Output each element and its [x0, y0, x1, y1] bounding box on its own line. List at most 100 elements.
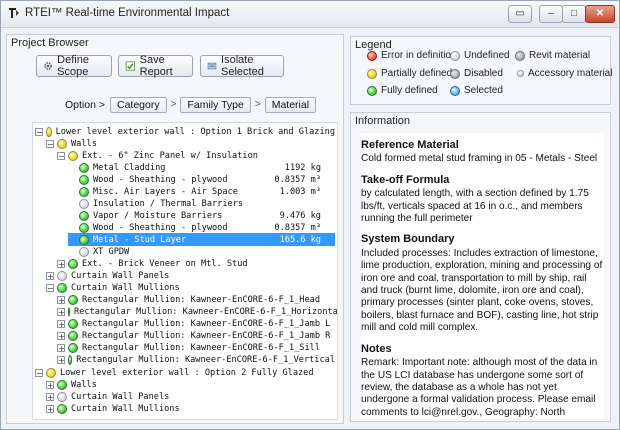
breadcrumb-material[interactable]: Material	[264, 96, 317, 113]
tree-item-label: Curtain Wall Mullions	[71, 403, 180, 414]
tree-item-quantity: 0.8357 m³	[274, 222, 321, 233]
tree-row[interactable]: + Curtain Wall Panels	[46, 270, 335, 283]
tree-row[interactable]: − Lower level exterior wall : Option 1 Br…	[35, 125, 335, 138]
status-green-icon	[57, 403, 67, 414]
tree-item-label: Rectangular Mullion: Kawneer-EnCORE-6-F_…	[74, 307, 338, 318]
tree-row[interactable]: Metal Cladding 1192 kg	[68, 161, 335, 174]
status-yellow-icon	[68, 150, 78, 161]
tree-row[interactable]: + Rectangular Mullion: Kawneer-EnCORE-6-F…	[57, 354, 335, 367]
tree-row[interactable]: Wood - Sheathing - plywood 0.8357 m³	[68, 221, 335, 234]
expand-icon[interactable]: +	[46, 392, 54, 401]
expand-icon[interactable]: +	[57, 332, 65, 341]
expand-icon[interactable]: +	[57, 356, 65, 365]
tree-row[interactable]: + Curtain Wall Panels	[46, 390, 335, 403]
window-title: RTEI™ Real-time Environmental Impact	[25, 7, 230, 19]
isolate-selected-button[interactable]: Isolate Selected	[200, 54, 284, 78]
define-scope-button[interactable]: Define Scope	[36, 54, 112, 78]
restore-icon[interactable]: ▭	[508, 5, 532, 23]
legend-item-partial: Partially defined	[367, 68, 452, 79]
tree-row[interactable]: + Rectangular Mullion: Kawneer-EnCORE-6-F…	[57, 318, 335, 331]
status-fully-defined-icon	[367, 85, 377, 96]
expand-icon[interactable]: +	[57, 296, 65, 305]
section-heading-takeoff-formula: Take-off Formula	[361, 173, 450, 186]
tree-item-label: Rectangular Mullion: Kawneer-EnCORE-6-F_…	[82, 343, 320, 354]
tree-item-quantity: 1.003 m³	[279, 186, 321, 197]
status-green-icon	[68, 307, 70, 318]
collapse-icon[interactable]: −	[46, 139, 54, 148]
status-green-icon	[79, 186, 89, 197]
status-green-icon	[68, 319, 78, 330]
expand-icon[interactable]: +	[57, 308, 65, 317]
expand-icon[interactable]: +	[57, 320, 65, 329]
tree-row[interactable]: + Ext. - Brick Veneer on Mtl. Stud	[57, 258, 335, 271]
status-green-icon	[79, 222, 89, 233]
tree-row[interactable]: Misc. Air Layers - Air Space 1.003 m³	[68, 185, 335, 198]
section-body-takeoff-formula: by calculated length, with a section def…	[361, 188, 589, 225]
tree-item-label: Insulation / Thermal Barriers	[93, 198, 244, 209]
breadcrumb-separator: >	[170, 99, 177, 110]
status-partial-icon	[367, 68, 377, 79]
legend-item-fully-defined: Fully defined	[367, 85, 438, 96]
tree-row[interactable]: + Curtain Wall Mullions	[46, 402, 335, 415]
tree-row[interactable]: XT GPDW	[68, 246, 335, 259]
status-undefined-icon	[450, 50, 460, 61]
tree-row[interactable]: + Rectangular Mullion: Kawneer-EnCORE-6-F…	[57, 294, 335, 307]
collapse-icon[interactable]: −	[35, 127, 43, 136]
information-body: Reference Material Cold formed metal stu…	[361, 133, 604, 418]
status-gray-icon	[57, 271, 67, 282]
tree-row[interactable]: − Lower level exterior wall : Option 2 Fu…	[35, 366, 335, 379]
app-window: RTEI™ Real-time Environmental Impact ▭ –…	[0, 0, 620, 430]
tree-row[interactable]: + Rectangular Mullion: Kawneer-EnCORE-6-F…	[57, 342, 335, 355]
tree-item-label: Misc. Air Layers - Air Space	[93, 186, 238, 197]
collapse-icon[interactable]: −	[35, 368, 43, 377]
tree-item-quantity: 165.6 kg	[279, 234, 321, 245]
tree-item-label: Lower level exterior wall : Option 2 Ful…	[60, 367, 314, 378]
minimize-button[interactable]: –	[539, 5, 563, 23]
settings-gear-icon	[44, 62, 52, 70]
close-button[interactable]: ✕	[585, 5, 615, 23]
collapse-icon[interactable]: −	[57, 151, 65, 160]
define-scope-label: Define Scope	[57, 54, 89, 78]
tree-row[interactable]: − Walls	[46, 137, 335, 150]
legend-item-label: Revit material	[529, 50, 591, 61]
tree-item-label: Wood - Sheathing - plywood	[93, 174, 228, 185]
legend-item-selected: Selected	[450, 85, 503, 96]
tree-row[interactable]: + Rectangular Mullion: Kawneer-EnCORE-6-F…	[57, 330, 335, 343]
section-heading-notes: Notes	[361, 342, 392, 355]
breadcrumb-category[interactable]: Category	[110, 96, 167, 113]
legend-item-accessory: Accessory material	[517, 68, 612, 79]
report-check-icon	[125, 61, 135, 71]
tree-item-label: Wood - Sheathing - plywood	[93, 222, 228, 233]
expand-icon[interactable]: +	[46, 272, 54, 281]
tree-item-label: Rectangular Mullion: Kawneer-EnCORE-6-F_…	[82, 295, 320, 306]
tree-item-label: Metal - Stud Layer	[93, 234, 187, 245]
expand-icon[interactable]: +	[57, 344, 65, 353]
maximize-button[interactable]: □	[562, 5, 586, 23]
tree-row[interactable]: + Walls	[46, 378, 335, 391]
tree-row[interactable]: Wood - Sheathing - plywood 0.8357 m³	[68, 173, 335, 186]
tree-item-label: Vapor / Moisture Barriers	[93, 210, 223, 221]
expand-icon[interactable]: +	[46, 380, 54, 389]
status-green-icon	[68, 343, 78, 354]
tree-item-label: Walls	[71, 138, 97, 149]
tree-row[interactable]: Insulation / Thermal Barriers	[68, 197, 335, 210]
tree-row[interactable]: − Ext. - 6" Zinc Panel w/ Insulation	[57, 149, 335, 162]
tree-row[interactable]: + Rectangular Mullion: Kawneer-EnCORE-6-F…	[57, 306, 338, 319]
save-report-button[interactable]: Save Report	[118, 54, 193, 78]
tree-row-selected[interactable]: Metal - Stud Layer 165.6 kg	[68, 233, 335, 247]
expand-icon[interactable]: +	[57, 260, 65, 269]
status-green-icon	[68, 331, 78, 342]
breadcrumb-family-type[interactable]: Family Type	[180, 96, 251, 113]
legend-item-label: Selected	[464, 85, 503, 96]
expand-icon[interactable]: +	[46, 404, 54, 413]
tree-item-label: Walls	[71, 379, 97, 390]
legend-item-label: Error in definition	[381, 50, 457, 61]
status-green-icon	[79, 174, 89, 185]
tree-row[interactable]: − Curtain Wall Mullions	[46, 282, 335, 295]
tree-item-label: Rectangular Mullion: Kawneer-EnCORE-6-F_…	[76, 355, 335, 366]
legend-item-label: Accessory material	[528, 68, 613, 79]
tree-row[interactable]: Vapor / Moisture Barriers 9.476 kg	[68, 209, 335, 222]
collapse-icon[interactable]: −	[46, 284, 54, 293]
information-title: Information	[355, 115, 411, 127]
tree-item-label: Curtain Wall Mullions	[71, 283, 180, 294]
